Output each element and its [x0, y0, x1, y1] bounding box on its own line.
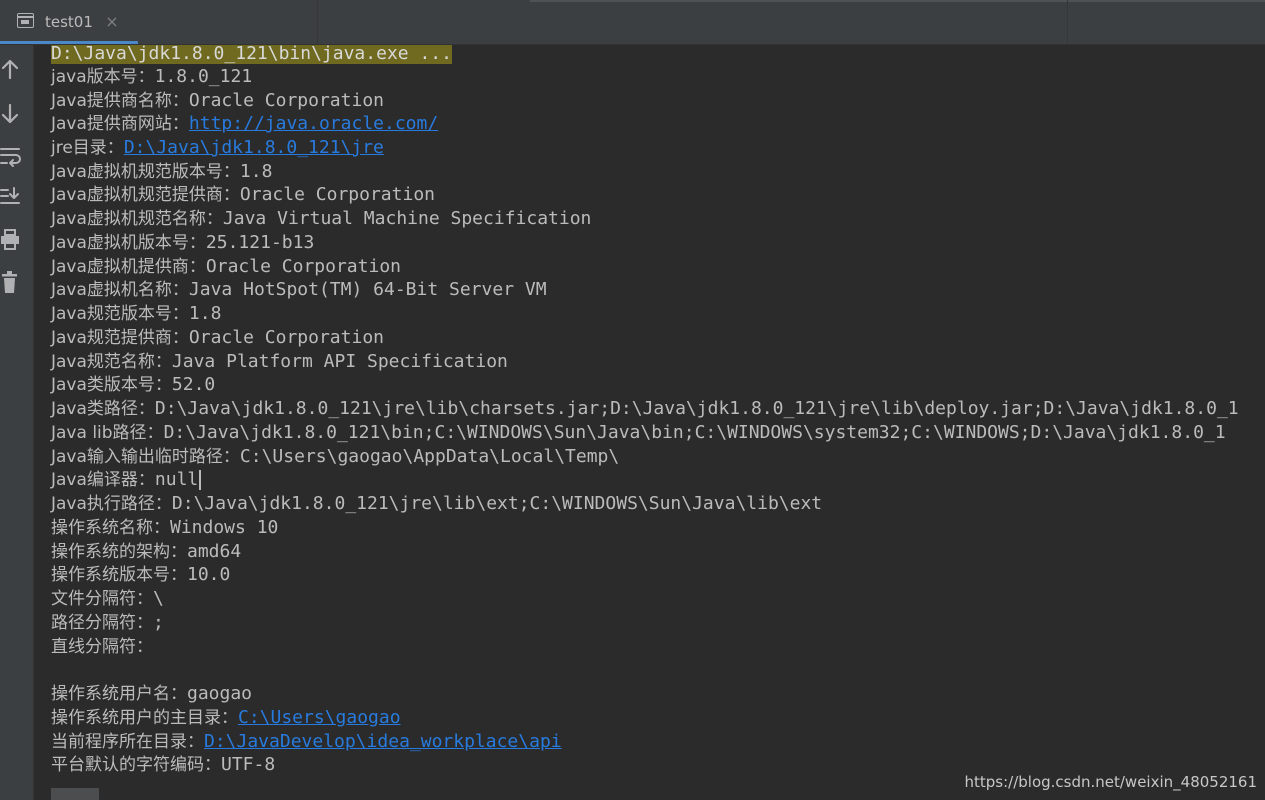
console-line: 平台默认的字符编码：UTF-8 [51, 754, 276, 775]
print-icon[interactable] [0, 227, 33, 255]
down-arrow-icon[interactable] [0, 100, 33, 128]
console-line: 文件分隔符：\ [51, 588, 164, 609]
console-line: jre目录：D:\Java\jdk1.8.0_121\jre [51, 137, 384, 158]
console-window-icon [17, 13, 34, 28]
console-line: Java规范名称：Java Platform API Specification [51, 351, 508, 372]
console-line: 操作系统名称：Windows 10 [51, 517, 279, 538]
run-tab-bar: test01 × [0, 0, 1265, 45]
watermark: https://blog.csdn.net/weixin_48052161 [964, 773, 1257, 791]
console-line: Java提供商网站：http://java.oracle.com/ [51, 113, 439, 134]
console-line: Java编译器：null [51, 468, 202, 492]
console-line: Java类版本号：52.0 [51, 374, 216, 395]
console-line: Java虚拟机版本号：25.121-b13 [51, 232, 315, 253]
jre-path-link[interactable]: D:\Java\jdk1.8.0_121\jre [124, 137, 384, 158]
tab-bar-strip [530, 0, 1265, 2]
console-line: 直线分隔符： [51, 637, 153, 657]
console-line: 操作系统用户名：gaogao [51, 683, 253, 704]
console-line: Java输入输出临时路径：C:\Users\gaogao\AppData\Loc… [51, 446, 620, 467]
soft-wrap-icon[interactable] [0, 142, 33, 170]
console-line: Java虚拟机规范名称：Java Virtual Machine Specifi… [51, 208, 592, 229]
run-tool-window: test01 × D:\Java\jdk1.8.0_121\bin\java.e… [0, 0, 1265, 800]
console-line: Java lib路径：D:\Java\jdk1.8.0_121\bin;C:\W… [51, 422, 1226, 443]
console-line: java版本号：1.8.0_121 [51, 66, 253, 87]
tab-bar-divider [1067, 0, 1068, 44]
vendor-url-link[interactable]: http://java.oracle.com/ [189, 113, 438, 134]
console-line: Java执行路径：D:\Java\jdk1.8.0_121\jre\lib\ex… [51, 493, 823, 514]
console-line: 当前程序所在目录：D:\JavaDevelop\idea_workplace\a… [51, 731, 562, 752]
console-line: 操作系统的架构：amd64 [51, 541, 242, 562]
console-line: Java虚拟机提供商：Oracle Corporation [51, 256, 401, 277]
command-text: D:\Java\jdk1.8.0_121\bin\java.exe ... [51, 45, 452, 64]
console-line: Java类路径：D:\Java\jdk1.8.0_121\jre\lib\cha… [51, 398, 1239, 419]
console-line: Java虚拟机规范版本号：1.8 [51, 161, 273, 182]
console-line: Java虚拟机名称：Java HotSpot(TM) 64-Bit Server… [51, 279, 547, 300]
console-line: 路径分隔符：; [51, 612, 164, 633]
working-dir-link[interactable]: D:\JavaDevelop\idea_workplace\api [204, 731, 562, 752]
console-line: Java规范提供商：Oracle Corporation [51, 327, 384, 348]
console-line-command: D:\Java\jdk1.8.0_121\bin\java.exe ... [51, 45, 452, 66]
tab-test01[interactable]: test01 × [0, 0, 138, 44]
console-line: Java规范版本号：1.8 [51, 303, 222, 324]
text-caret [199, 470, 202, 490]
tab-bar-divider [317, 0, 318, 44]
console-line: Java虚拟机规范提供商：Oracle Corporation [51, 184, 435, 205]
console-line: 操作系统版本号：10.0 [51, 564, 231, 585]
active-tab-indicator [0, 41, 138, 44]
up-arrow-icon[interactable] [0, 56, 33, 84]
close-icon[interactable]: × [104, 12, 120, 32]
trash-icon[interactable] [0, 269, 33, 297]
horizontal-scrollbar[interactable] [51, 788, 99, 800]
scroll-to-end-icon[interactable] [0, 183, 33, 211]
console-output[interactable]: D:\Java\jdk1.8.0_121\bin\java.exe ... ja… [34, 45, 1265, 800]
tab-label: test01 [45, 13, 93, 31]
user-home-link[interactable]: C:\Users\gaogao [238, 707, 401, 728]
console-toolbar [0, 45, 34, 800]
console-line: Java提供商名称：Oracle Corporation [51, 90, 384, 111]
console-line: 操作系统用户的主目录：C:\Users\gaogao [51, 707, 401, 728]
